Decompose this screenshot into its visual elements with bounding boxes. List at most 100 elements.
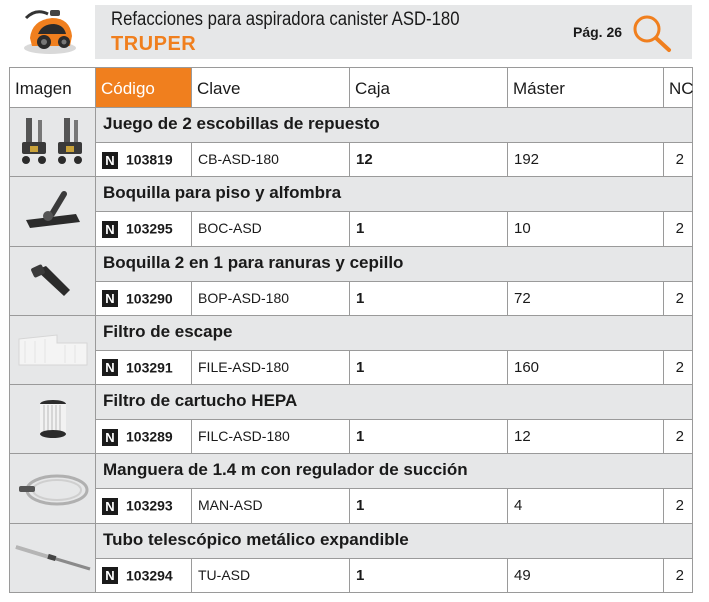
exhaust-filter-image (18, 334, 87, 366)
new-badge: N (102, 220, 118, 238)
col-codigo[interactable]: Código (96, 68, 192, 107)
product-name: Manguera de 1.4 m con regulador de succi… (103, 460, 468, 480)
caja-cell: 12 (350, 143, 508, 177)
new-badge: N (102, 567, 118, 585)
nc-cell: 2 (675, 566, 684, 584)
new-badge: N (102, 151, 118, 169)
parts-table: Imagen Código Clave Caja Máster NC Juego… (9, 67, 694, 594)
code-cell: N 103289 (96, 420, 192, 454)
product-code: 103290 (126, 290, 173, 307)
master-cell: 72 (508, 281, 664, 315)
code-cell: N 103295 (96, 212, 192, 246)
product-data-row: N 103293 MAN-ASD 1 4 2 (96, 489, 692, 523)
nc-cell: 2 (675, 428, 684, 446)
product-name-row: Manguera de 1.4 m con regulador de succi… (96, 454, 692, 490)
product-image-cell (10, 177, 96, 246)
product-code: 103819 (126, 151, 173, 168)
product-name: Juego de 2 escobillas de repuesto (103, 114, 380, 133)
product-name-row: Boquilla para piso y alfombra (96, 177, 692, 213)
code-cell: N 103294 (96, 558, 192, 593)
table-header: Imagen Código Clave Caja Máster NC (9, 67, 694, 108)
clave-cell: FILE-ASD-180 (192, 350, 350, 385)
product-name: Boquilla para piso y alfombra (103, 183, 342, 203)
product-data-row: N 103295 BOC-ASD 1 10 2 (96, 212, 692, 246)
product-name: Filtro de cartucho HEPA (103, 391, 298, 411)
product-name: Tubo telescópico metálico expandible (103, 529, 409, 549)
product-name-row: Tubo telescópico metálico expandible (96, 523, 692, 559)
brushes-image (21, 118, 82, 165)
product-name-row: Filtro de cartucho HEPA (96, 385, 692, 421)
brand-logo: TRUPER (111, 33, 197, 55)
product-data-row: N 103290 BOP-ASD-180 1 72 2 (96, 281, 692, 315)
new-badge: N (102, 498, 118, 516)
new-badge: N (102, 359, 118, 377)
product-data-row: N 103819 CB-ASD-180 12 192 2 (96, 143, 692, 177)
product-data-row: N 103294 TU-ASD 1 49 2 (96, 558, 692, 593)
vacuum-cleaner-image (24, 10, 76, 54)
product-group-103295: Boquilla para piso y alfombra N 103295 BO… (9, 177, 693, 247)
master-cell: 160 (508, 350, 664, 385)
product-name-row: Boquilla 2 en 1 para ranuras y cepillo (96, 246, 692, 282)
nc-cell: 2 (675, 289, 684, 307)
master-cell: 4 (508, 489, 664, 523)
product-data-row: N 103291 FILE-ASD-180 1 160 2 (96, 350, 692, 385)
nc-cell: 2 (675, 497, 684, 515)
master-cell: 49 (508, 558, 664, 593)
clave-cell: MAN-ASD (192, 489, 350, 523)
product-data-row: N 103289 FILC-ASD-180 1 12 2 (96, 420, 692, 454)
col-nc: NC (669, 79, 694, 98)
caja-cell: 1 (350, 281, 508, 315)
product-group-103289: Filtro de cartucho HEPA N 103289 FILC-ASD… (9, 385, 693, 455)
clave-cell: BOP-ASD-180 (192, 281, 350, 315)
caja-cell: 1 (350, 350, 508, 385)
title-box: Refacciones para aspiradora canister ASD… (95, 5, 692, 59)
clave-cell: FILC-ASD-180 (192, 420, 350, 454)
col-master: Máster (508, 68, 664, 107)
product-image-cell (10, 315, 96, 385)
code-cell: N 103293 (96, 489, 192, 523)
product-code: 103289 (126, 428, 173, 445)
new-badge: N (102, 428, 118, 446)
product-name-row: Filtro de escape (96, 315, 692, 351)
code-cell: N 103290 (96, 281, 192, 315)
page-header: Refacciones para aspiradora canister ASD… (0, 0, 709, 62)
product-image-cell (10, 246, 96, 315)
clave-cell: TU-ASD (192, 558, 350, 593)
clave-cell: BOC-ASD (192, 212, 350, 246)
caja-cell: 1 (350, 212, 508, 246)
caja-cell: 1 (350, 558, 508, 593)
product-image-cell (10, 454, 96, 523)
product-name: Filtro de escape (103, 321, 233, 341)
code-cell: N 103819 (96, 143, 192, 177)
product-name: Boquilla 2 en 1 para ranuras y cepillo (103, 252, 404, 272)
product-group-103293: Manguera de 1.4 m con regulador de succi… (9, 454, 693, 524)
code-cell: N 103291 (96, 350, 192, 385)
magnifier-icon[interactable] (631, 13, 673, 53)
product-image-cell (10, 108, 96, 177)
product-group-103294: Tubo telescópico metálico expandible N 10… (9, 523, 693, 594)
nc-cell: 2 (675, 358, 684, 376)
telescopic-tube-image (14, 545, 90, 571)
hose-image (18, 474, 88, 506)
nc-cell: 2 (675, 151, 684, 168)
product-code: 103295 (126, 220, 173, 237)
product-code: 103294 (126, 567, 173, 584)
product-group-103290: Boquilla 2 en 1 para ranuras y cepillo N… (9, 246, 693, 316)
col-imagen: Imagen (10, 68, 96, 107)
nc-cell: 2 (675, 220, 684, 238)
caja-cell: 1 (350, 489, 508, 523)
floor-nozzle-image (25, 191, 80, 229)
col-clave: Clave (192, 68, 350, 107)
master-cell: 12 (508, 420, 664, 454)
master-cell: 10 (508, 212, 664, 246)
product-code: 103291 (126, 359, 173, 376)
new-badge: N (102, 290, 118, 308)
product-image-cell (10, 523, 96, 593)
page-number: Pág. 26 (573, 24, 623, 40)
product-group-103819: Juego de 2 escobillas de repuesto N 10381… (9, 108, 693, 178)
col-caja: Caja (350, 68, 508, 107)
caja-cell: 1 (350, 420, 508, 454)
page-title: Refacciones para aspiradora canister ASD… (111, 9, 460, 30)
hepa-filter-image (39, 400, 66, 439)
clave-cell: CB-ASD-180 (192, 143, 350, 177)
